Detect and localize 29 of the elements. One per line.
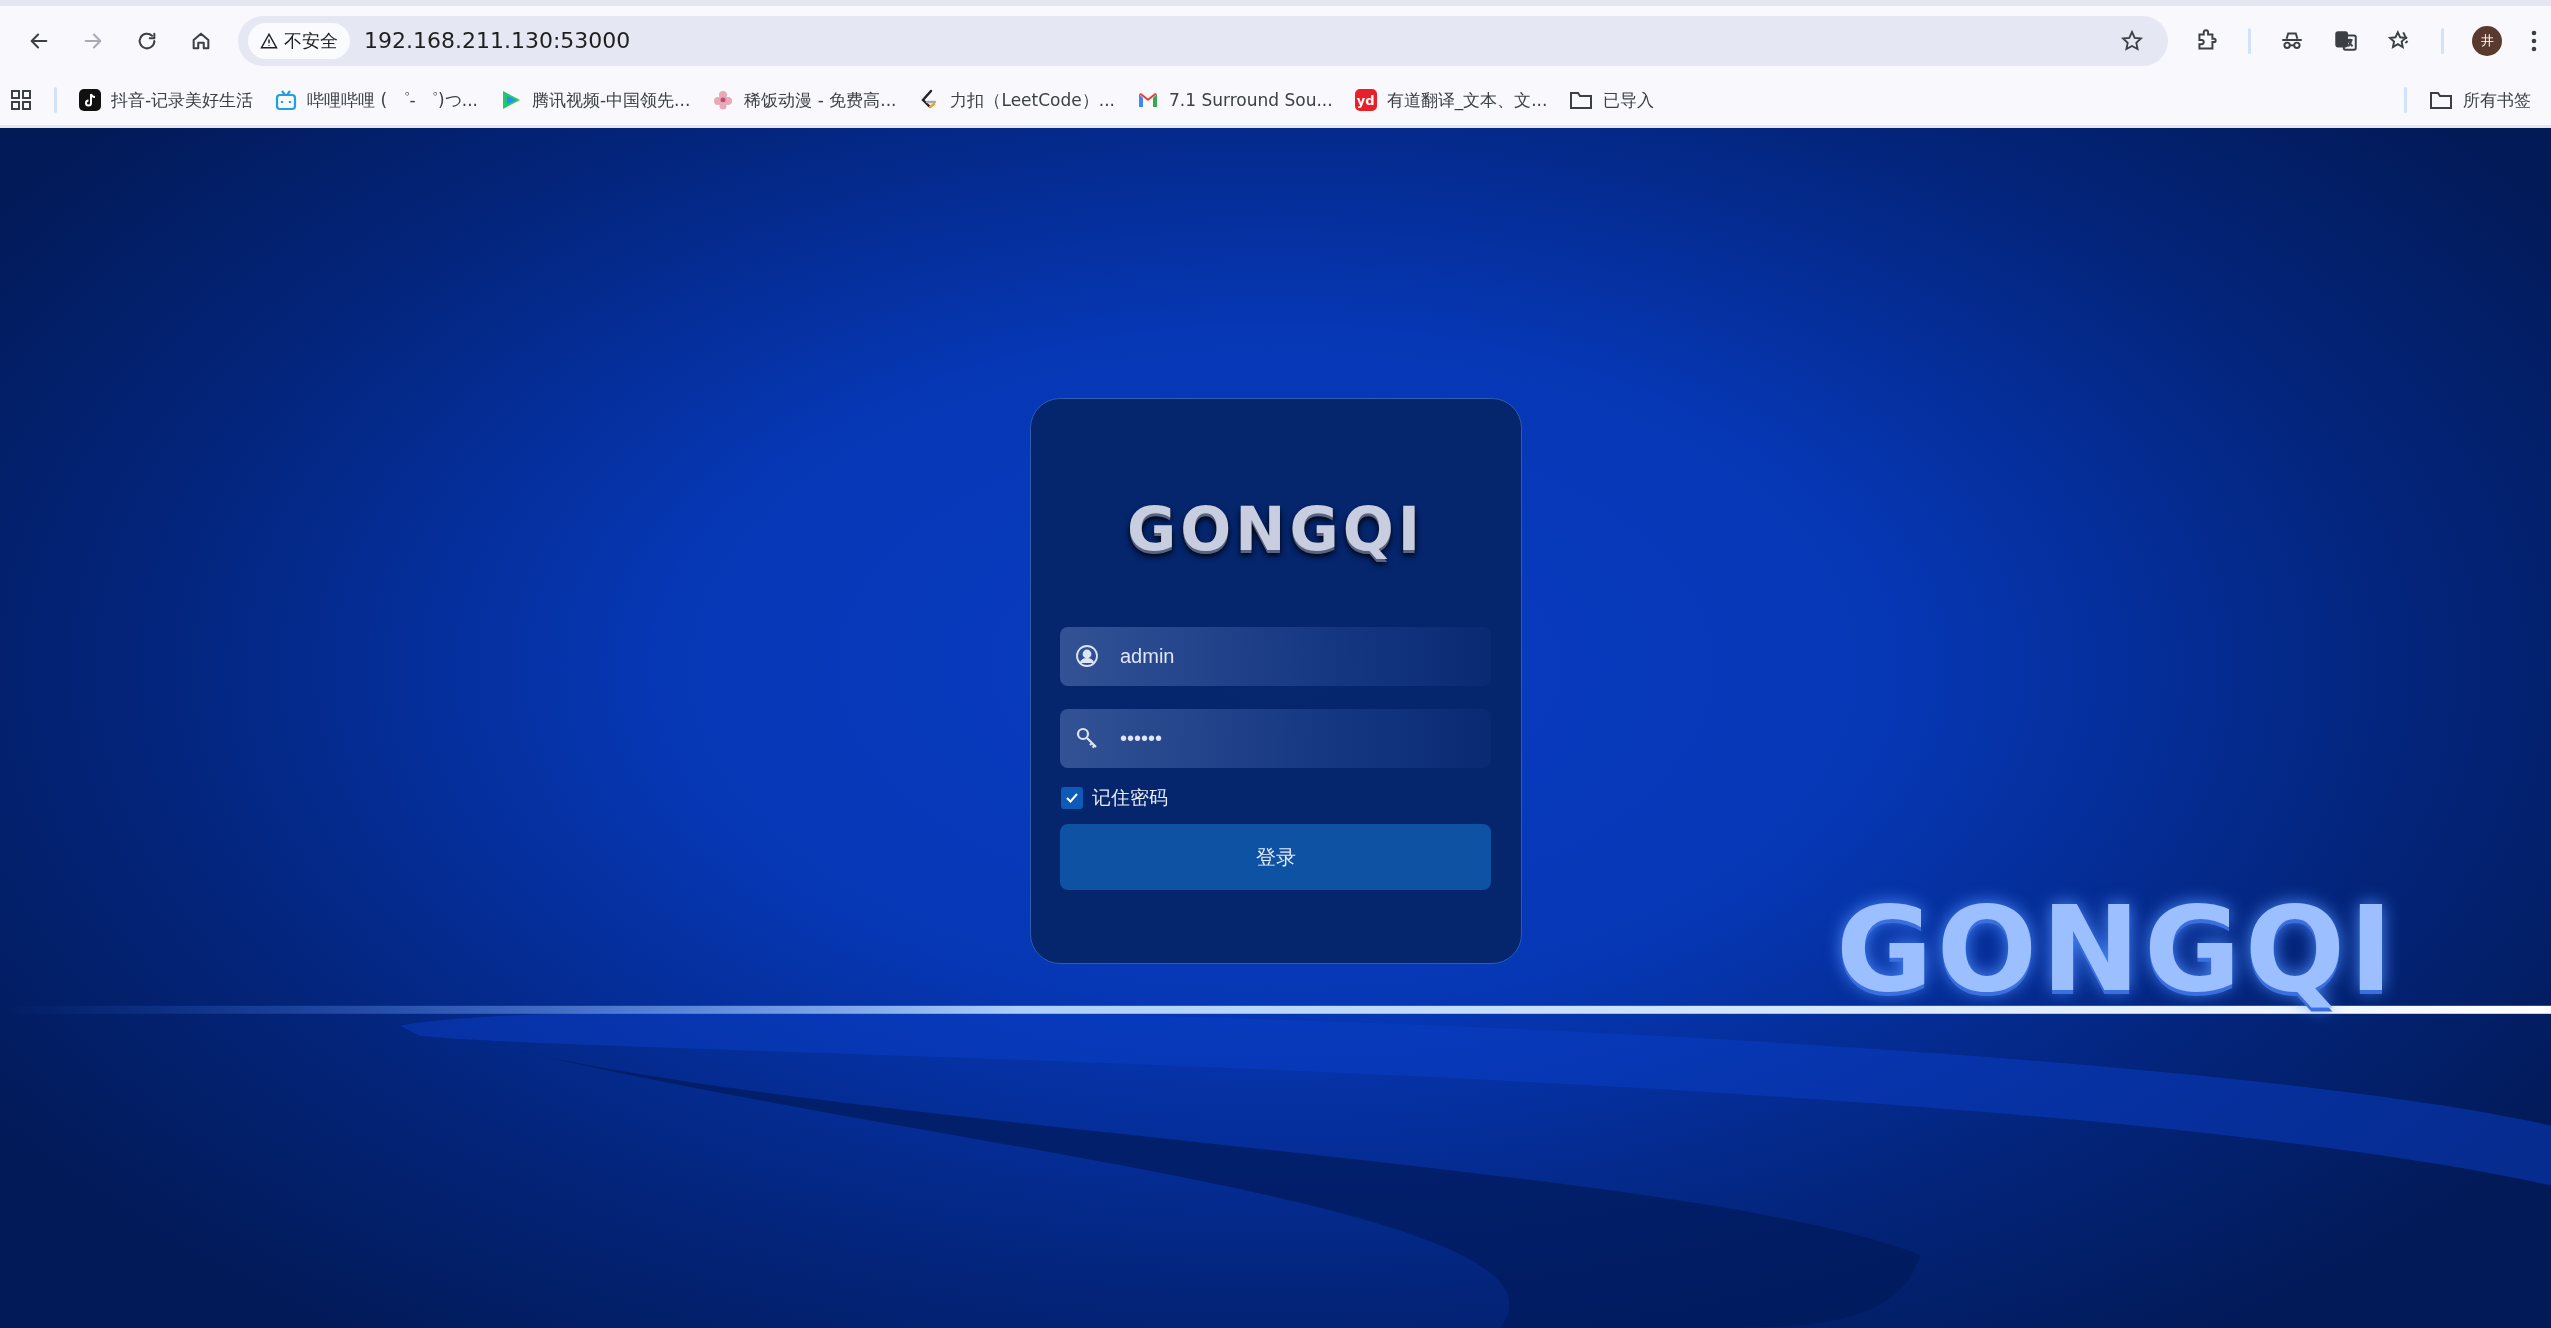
warning-icon: [260, 31, 278, 50]
logo-text: GONGQI: [1126, 499, 1424, 559]
bookmark-item[interactable]: 7.1 Surround Sou...: [1137, 89, 1333, 111]
all-bookmarks-item[interactable]: 所有书签: [2429, 88, 2531, 112]
bookmark-item[interactable]: 已导入: [1569, 88, 1655, 112]
url-text: 192.168.211.130:53000: [364, 28, 632, 53]
bookmark-item[interactable]: 腾讯视频-中国领先...: [499, 88, 691, 112]
bookmark-item[interactable]: yd 有道翻译_文本、文...: [1354, 88, 1548, 112]
apps-grid-icon[interactable]: [10, 89, 32, 111]
login-button[interactable]: 登录: [1060, 824, 1491, 890]
background-logo-text: GONGQI: [1836, 890, 2397, 1008]
bookmark-item[interactable]: 哔哩哔哩 ( ゜- ゜)つ...: [275, 88, 478, 112]
address-bar[interactable]: 不安全 192.168.211.130:53000: [238, 15, 2168, 66]
key-icon: [1075, 726, 1099, 750]
bookmark-star-icon[interactable]: [2120, 28, 2144, 53]
remember-label: 记住密码: [1091, 785, 1168, 810]
remember-checkbox[interactable]: [1060, 787, 1083, 809]
security-chip[interactable]: 不安全: [248, 22, 350, 59]
bookmark-item[interactable]: 抖音-记录美好生活: [79, 88, 254, 112]
flower-icon: [712, 89, 735, 111]
badge-icon: yd: [1354, 89, 1377, 111]
user-icon: [1075, 644, 1099, 668]
tv-icon: [275, 89, 298, 111]
folder-icon: [2429, 89, 2453, 111]
profile-avatar[interactable]: 井: [2472, 25, 2502, 56]
bookmark-item[interactable]: 力扣（LeetCode）...: [918, 88, 1115, 112]
folder-icon: [1569, 89, 1594, 111]
bookmark-item[interactable]: 稀饭动漫 - 免费高...: [712, 88, 897, 112]
note-icon: [79, 89, 101, 111]
